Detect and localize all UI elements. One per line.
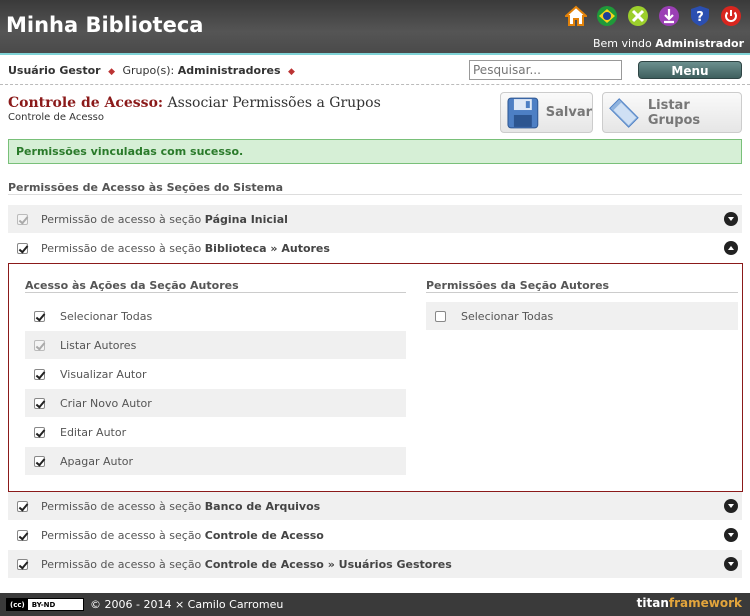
- expand-arrow-icon[interactable]: [724, 528, 738, 542]
- cc-license-badge[interactable]: (cc) BY-ND: [6, 598, 84, 611]
- permission-section-name: Página Inicial: [204, 212, 288, 226]
- cc-icon: (cc): [7, 599, 28, 610]
- permission-checkbox[interactable]: [17, 529, 28, 541]
- permission-checkbox: [17, 213, 28, 225]
- permission-prefix: Permissão de acesso à seção: [41, 528, 202, 542]
- expand-arrow-icon[interactable]: [724, 557, 738, 571]
- permission-checkbox[interactable]: [17, 242, 28, 254]
- collapse-arrow-icon[interactable]: [724, 241, 738, 255]
- app-header: Minha Biblioteca ? Bem vindo Administrad…: [0, 0, 750, 55]
- section-heading: Permissões de Acesso às Seções do Sistem…: [8, 181, 742, 195]
- permission-row[interactable]: Permissão de acesso à seção Controle de …: [8, 521, 742, 549]
- welcome-prefix: Bem vindo: [592, 37, 652, 50]
- permission-section-name: Controle de Acesso: [204, 528, 324, 542]
- permission-prefix: Permissão de acesso à seção: [41, 557, 202, 571]
- action-row[interactable]: Criar Novo Autor: [25, 389, 406, 417]
- license-label: BY-ND: [31, 600, 56, 609]
- permission-section-name: Biblioteca » Autores: [204, 241, 330, 255]
- action-row[interactable]: Visualizar Autor: [25, 360, 406, 388]
- section-detail-panel: Acesso às Ações da Seção Autores Permiss…: [8, 263, 743, 492]
- settings-icon[interactable]: [626, 4, 649, 27]
- welcome-text: Bem vindo Administrador: [593, 37, 744, 50]
- action-label: Selecionar Todas: [60, 309, 153, 323]
- action-row[interactable]: Apagar Autor: [25, 447, 406, 475]
- permission-row[interactable]: Permissão de acesso à seção Página Inici…: [8, 205, 742, 233]
- brand-part-b: framework: [668, 596, 742, 610]
- action-label: Editar Autor: [60, 425, 127, 439]
- diamond-icon: ◆: [108, 67, 116, 77]
- permission-row[interactable]: Permissão de acesso à seção Banco de Arq…: [8, 492, 742, 520]
- expand-arrow-icon[interactable]: [724, 212, 738, 226]
- permission-checkbox[interactable]: [17, 558, 28, 570]
- header-icons: ?: [564, 4, 742, 27]
- permission-checkbox[interactable]: [17, 500, 28, 512]
- permission-section-name: Banco de Arquivos: [204, 499, 321, 513]
- action-checkbox[interactable]: [34, 455, 45, 467]
- permission-section-name: Controle de Acesso » Usuários Gestores: [204, 557, 452, 571]
- action-checkbox[interactable]: [34, 426, 45, 438]
- power-icon[interactable]: [719, 4, 742, 27]
- page-title: Controle de Acesso: Associar Permissões …: [8, 95, 381, 111]
- user-info: Usuário Gestor ◆ Grupo(s): Administrador…: [8, 64, 299, 77]
- expand-arrow-icon[interactable]: [724, 499, 738, 513]
- action-checkbox: [34, 339, 45, 351]
- save-button[interactable]: Salvar: [500, 92, 593, 133]
- list-groups-button[interactable]: Listar Grupos: [602, 92, 742, 133]
- floppy-disk-icon: [507, 97, 539, 128]
- action-checkbox[interactable]: [34, 368, 45, 380]
- action-checkbox[interactable]: [34, 397, 45, 409]
- section-perm-label: Selecionar Todas: [461, 309, 554, 323]
- page-title-prefix: Controle de Acesso:: [8, 95, 164, 111]
- actions-column-title: Acesso às Ações da Seção Autores: [25, 279, 406, 293]
- help-icon[interactable]: ?: [688, 4, 711, 27]
- list-groups-label: Listar Grupos: [647, 97, 701, 128]
- save-label: Salvar: [545, 105, 592, 120]
- permission-row[interactable]: Permissão de acesso à seção Controle de …: [8, 550, 742, 578]
- welcome-user: Administrador: [655, 37, 744, 50]
- menu-button[interactable]: Menu: [638, 61, 742, 79]
- user-role: Usuário Gestor: [8, 64, 101, 77]
- search-input[interactable]: [469, 60, 622, 80]
- success-message: Permissões vinculadas com sucesso.: [8, 139, 742, 164]
- section-perm-checkbox[interactable]: [435, 310, 446, 322]
- user-bar: Usuário Gestor ◆ Grupo(s): Administrador…: [0, 55, 750, 85]
- permission-prefix: Permissão de acesso à seção: [41, 212, 202, 226]
- folder-icon: [609, 97, 639, 128]
- permission-row[interactable]: Permissão de acesso à seção Biblioteca »…: [8, 234, 742, 262]
- brand-part-a: titan: [636, 596, 669, 610]
- action-label: Apagar Autor: [60, 454, 134, 468]
- action-label: Criar Novo Autor: [60, 396, 152, 410]
- download-icon[interactable]: [657, 4, 680, 27]
- groups-label: Grupo(s):: [122, 64, 175, 77]
- action-checkbox[interactable]: [34, 310, 45, 322]
- language-flag-icon[interactable]: [595, 4, 618, 27]
- home-icon[interactable]: [564, 4, 587, 27]
- copyright-text: © 2006 - 2014 × Camilo Carromeu: [90, 598, 284, 611]
- diamond-icon: ◆: [288, 67, 295, 77]
- section-perm-row[interactable]: Selecionar Todas: [426, 302, 738, 330]
- action-row[interactable]: Editar Autor: [25, 418, 406, 446]
- action-label: Visualizar Autor: [60, 367, 147, 381]
- section-perms-column-title: Permissões da Seção Autores: [426, 279, 738, 293]
- page-title-rest: Associar Permissões a Grupos: [167, 95, 381, 111]
- action-label: Listar Autores: [60, 338, 137, 352]
- page-subtitle: Controle de Acesso: [8, 112, 105, 123]
- action-row[interactable]: Selecionar Todas: [25, 302, 406, 330]
- svg-text:?: ?: [696, 10, 704, 25]
- groups-value: Administradores: [177, 64, 281, 77]
- brand-logo[interactable]: titanframework: [637, 596, 742, 610]
- action-row[interactable]: Listar Autores: [25, 331, 406, 359]
- app-title: Minha Biblioteca: [6, 13, 204, 37]
- permission-prefix: Permissão de acesso à seção: [41, 499, 202, 513]
- permission-prefix: Permissão de acesso à seção: [41, 241, 202, 255]
- footer: (cc) BY-ND © 2006 - 2014 × Camilo Carrom…: [0, 593, 750, 616]
